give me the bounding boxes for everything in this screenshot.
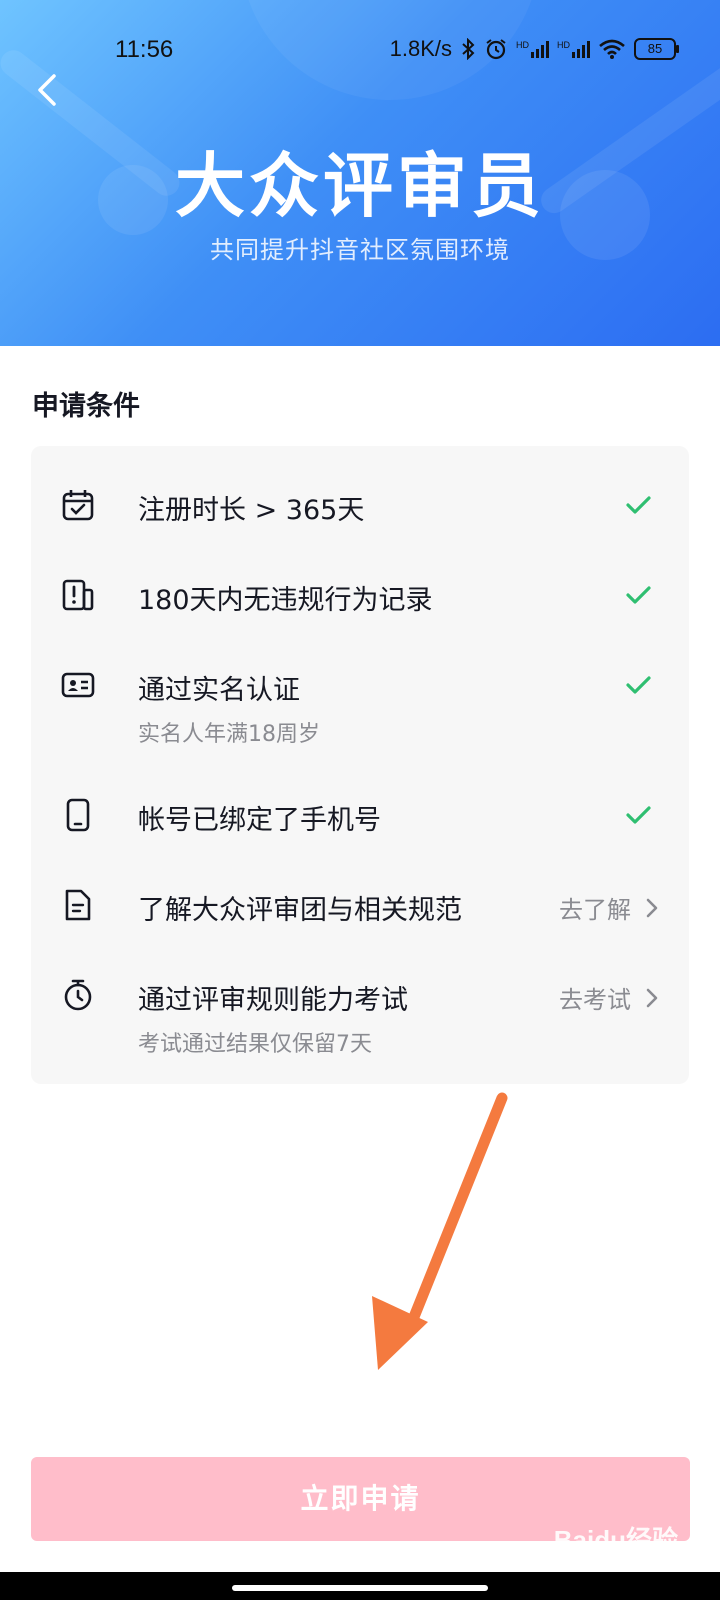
condition-row-exam[interactable]: 通过评审规则能力考试 考试通过结果仅保留7天 去考试 [31,956,689,1066]
condition-label: 注册时长 > 365天 [138,495,365,526]
chevron-right-icon [646,988,658,1007]
check-icon [626,496,651,514]
phone-icon [66,798,90,832]
action-label: 去考试 [559,986,631,1014]
condition-sublabel: 实名人年满18周岁 [138,722,320,747]
condition-label: 通过实名认证 [138,675,300,706]
condition-label: 180天内无违规行为记录 [138,585,433,616]
header-banner: 11:56 1.8K/s HD HD 85 大众评审员 共同提升抖音社区氛围环境 [0,0,720,346]
conditions-card: 注册时长 > 365天 180天内无违规行为记录 通过实名认证 实名人年满18周… [31,446,689,1084]
stopwatch-icon [64,979,92,1011]
condition-row-no-violation: 180天内无违规行为记录 [31,556,689,636]
document-icon [65,889,91,921]
bluetooth-icon [462,38,475,60]
wifi-icon [599,39,625,59]
cell-signal-icon: HD [557,40,590,58]
condition-row-realname: 通过实名认证 实名人年满18周岁 [31,646,689,756]
battery-icon: 85 [634,38,679,60]
condition-label: 通过评审规则能力考试 [138,985,408,1016]
condition-label: 帐号已绑定了手机号 [138,805,381,836]
alert-document-icon [62,579,94,611]
condition-sublabel: 考试通过结果仅保留7天 [138,1032,372,1057]
back-arrow-icon[interactable] [30,70,70,110]
annotation-arrow [372,1092,508,1370]
chevron-right-icon [646,898,658,917]
alarm-icon [486,39,506,60]
network-speed: 1.8K/s [389,36,452,61]
check-icon [626,676,651,694]
take-exam-link[interactable]: 去考试 [559,980,659,1015]
action-label: 去了解 [559,896,631,924]
check-icon [626,586,651,604]
cell-signal-icon: HD [516,40,549,58]
check-icon [626,806,651,824]
page-subtitle: 共同提升抖音社区氛围环境 [210,236,510,264]
home-indicator[interactable] [232,1585,488,1591]
condition-label: 了解大众评审团与相关规范 [138,895,462,926]
id-card-icon [61,672,95,698]
status-icons: 1.8K/s HD HD 85 [389,36,679,62]
condition-row-phone: 帐号已绑定了手机号 [31,776,689,856]
page-title: 大众评审员 [175,145,545,227]
condition-row-registration: 注册时长 > 365天 [31,466,689,546]
calendar-check-icon [62,490,94,521]
status-time: 11:56 [115,36,174,63]
watermark-url: jingyan.baidu.com [573,1552,678,1567]
section-title: 申请条件 [32,391,140,422]
learn-rules-link[interactable]: 去了解 [559,890,659,925]
condition-row-learn-rules[interactable]: 了解大众评审团与相关规范 去了解 [31,866,689,946]
status-bar: 11:56 1.8K/s HD HD 85 [0,30,720,70]
